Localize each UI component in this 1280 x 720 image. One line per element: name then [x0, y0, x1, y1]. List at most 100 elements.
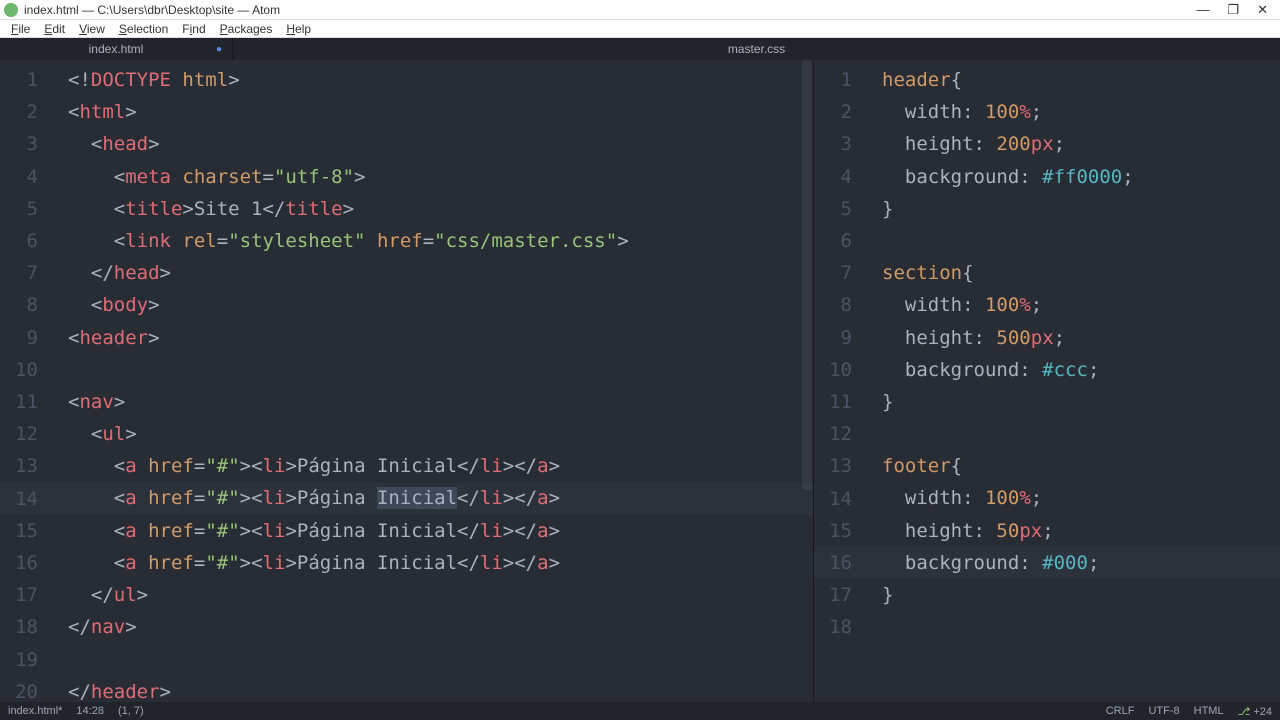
gutter-right: 123456789101112131415161718	[814, 60, 866, 644]
minimize-button[interactable]: —	[1196, 2, 1209, 18]
line-number: 6	[814, 225, 866, 257]
code-line[interactable]: width: 100%;	[882, 289, 1134, 321]
status-file[interactable]: index.html*	[8, 705, 62, 717]
menu-find[interactable]: Find	[175, 22, 212, 36]
code-line[interactable]: height: 200px;	[882, 128, 1134, 160]
code-line[interactable]: header{	[882, 64, 1134, 96]
status-bar: index.html* 14:28 (1, 7) CRLF UTF-8 HTML…	[0, 702, 1280, 720]
line-number: 3	[0, 128, 52, 160]
window-title: index.html — C:\Users\dbr\Desktop\site —…	[24, 3, 1196, 17]
code-line[interactable]: height: 500px;	[882, 322, 1134, 354]
code-line[interactable]: </head>	[68, 257, 629, 289]
code-line[interactable]	[882, 418, 1134, 450]
code-line[interactable]: <ul>	[68, 418, 629, 450]
code-line[interactable]: </ul>	[68, 579, 629, 611]
line-number: 13	[814, 450, 866, 482]
status-selection: (1, 7)	[118, 705, 144, 717]
maximize-button[interactable]: ❐	[1227, 2, 1239, 18]
code-line[interactable]: <!DOCTYPE html>	[68, 64, 629, 96]
code-line[interactable]: width: 100%;	[882, 96, 1134, 128]
code-line[interactable]: }	[882, 193, 1134, 225]
editor-pane-right[interactable]: 123456789101112131415161718 header{ widt…	[814, 60, 1280, 702]
line-number: 5	[814, 193, 866, 225]
code-line[interactable]: <header>	[68, 322, 629, 354]
code-line[interactable]: background: #ccc;	[882, 354, 1134, 386]
window-titlebar: index.html — C:\Users\dbr\Desktop\site —…	[0, 0, 1280, 20]
code-line[interactable]: width: 100%;	[882, 482, 1134, 514]
tab-index-html[interactable]: index.html	[0, 38, 232, 60]
code-line[interactable]: <a href="#"><li>Página Inicial</li></a>	[68, 450, 629, 482]
line-number: 18	[0, 611, 52, 643]
code-line[interactable]: <head>	[68, 128, 629, 160]
line-number: 11	[0, 386, 52, 418]
code-line[interactable]: background: #ff0000;	[882, 161, 1134, 193]
code-line[interactable]: section{	[882, 257, 1134, 289]
line-number: 8	[814, 289, 866, 321]
line-number: 11	[814, 386, 866, 418]
line-number: 6	[0, 225, 52, 257]
menu-packages[interactable]: Packages	[213, 22, 280, 36]
code-line[interactable]: }	[882, 579, 1134, 611]
line-number: 5	[0, 193, 52, 225]
code-line[interactable]: </header>	[68, 676, 629, 702]
line-number: 12	[814, 418, 866, 450]
code-line[interactable]: <body>	[68, 289, 629, 321]
code-line[interactable]: <a href="#"><li>Página Inicial</li></a>	[68, 515, 629, 547]
line-number: 2	[814, 96, 866, 128]
line-number: 13	[0, 450, 52, 482]
line-number: 3	[814, 128, 866, 160]
line-number: 16	[0, 547, 52, 579]
line-number: 14	[0, 483, 52, 515]
code-left[interactable]: <!DOCTYPE html><html> <head> <meta chars…	[68, 64, 629, 702]
line-number: 19	[0, 644, 52, 676]
line-number: 7	[814, 257, 866, 289]
window-controls: — ❐ ✕	[1196, 2, 1268, 18]
line-number: 9	[0, 322, 52, 354]
code-line[interactable]: </nav>	[68, 611, 629, 643]
code-line[interactable]	[882, 611, 1134, 643]
menu-help[interactable]: Help	[279, 22, 318, 36]
code-line[interactable]: background: #000;	[882, 547, 1134, 579]
line-number: 7	[0, 257, 52, 289]
code-line[interactable]: }	[882, 386, 1134, 418]
status-encoding[interactable]: UTF-8	[1148, 705, 1179, 717]
line-number: 8	[0, 289, 52, 321]
code-line[interactable]: footer{	[882, 450, 1134, 482]
code-line[interactable]: <nav>	[68, 386, 629, 418]
status-git[interactable]: +24	[1238, 705, 1272, 718]
line-number: 2	[0, 96, 52, 128]
line-number: 1	[0, 64, 52, 96]
editor-pane-left[interactable]: 1234567891011121314151617181920 <!DOCTYP…	[0, 60, 814, 702]
code-line[interactable]: <title>Site 1</title>	[68, 193, 629, 225]
tab-master-css[interactable]: master.css	[233, 38, 1280, 60]
status-cursor-pos[interactable]: 14:28	[76, 705, 104, 717]
close-button[interactable]: ✕	[1257, 2, 1268, 18]
menubar: File Edit View Selection Find Packages H…	[0, 20, 1280, 38]
menu-selection[interactable]: Selection	[112, 22, 175, 36]
code-line[interactable]: <a href="#"><li>Página Inicial</li></a>	[68, 547, 629, 579]
code-line[interactable]: <meta charset="utf-8">	[68, 161, 629, 193]
line-number: 17	[0, 579, 52, 611]
status-language[interactable]: HTML	[1194, 705, 1224, 717]
line-number: 10	[814, 354, 866, 386]
scrollbar[interactable]	[802, 60, 812, 490]
line-number: 15	[814, 515, 866, 547]
menu-file[interactable]: File	[4, 22, 37, 36]
code-line[interactable]	[882, 225, 1134, 257]
menu-view[interactable]: View	[72, 22, 112, 36]
line-number: 20	[0, 676, 52, 702]
line-number: 4	[814, 161, 866, 193]
code-line[interactable]	[68, 643, 629, 675]
tab-bar: index.html master.css	[0, 38, 1280, 60]
code-line[interactable]	[68, 354, 629, 386]
menu-edit[interactable]: Edit	[37, 22, 72, 36]
code-right[interactable]: header{ width: 100%; height: 200px; back…	[882, 64, 1134, 643]
line-number: 4	[0, 161, 52, 193]
code-line[interactable]: height: 50px;	[882, 515, 1134, 547]
code-line[interactable]: <html>	[68, 96, 629, 128]
code-line[interactable]: <a href="#"><li>Página Inicial</li></a>	[68, 482, 629, 514]
code-line[interactable]: <link rel="stylesheet" href="css/master.…	[68, 225, 629, 257]
status-eol[interactable]: CRLF	[1106, 705, 1135, 717]
gutter-left: 1234567891011121314151617181920	[0, 60, 52, 702]
line-number: 18	[814, 611, 866, 643]
